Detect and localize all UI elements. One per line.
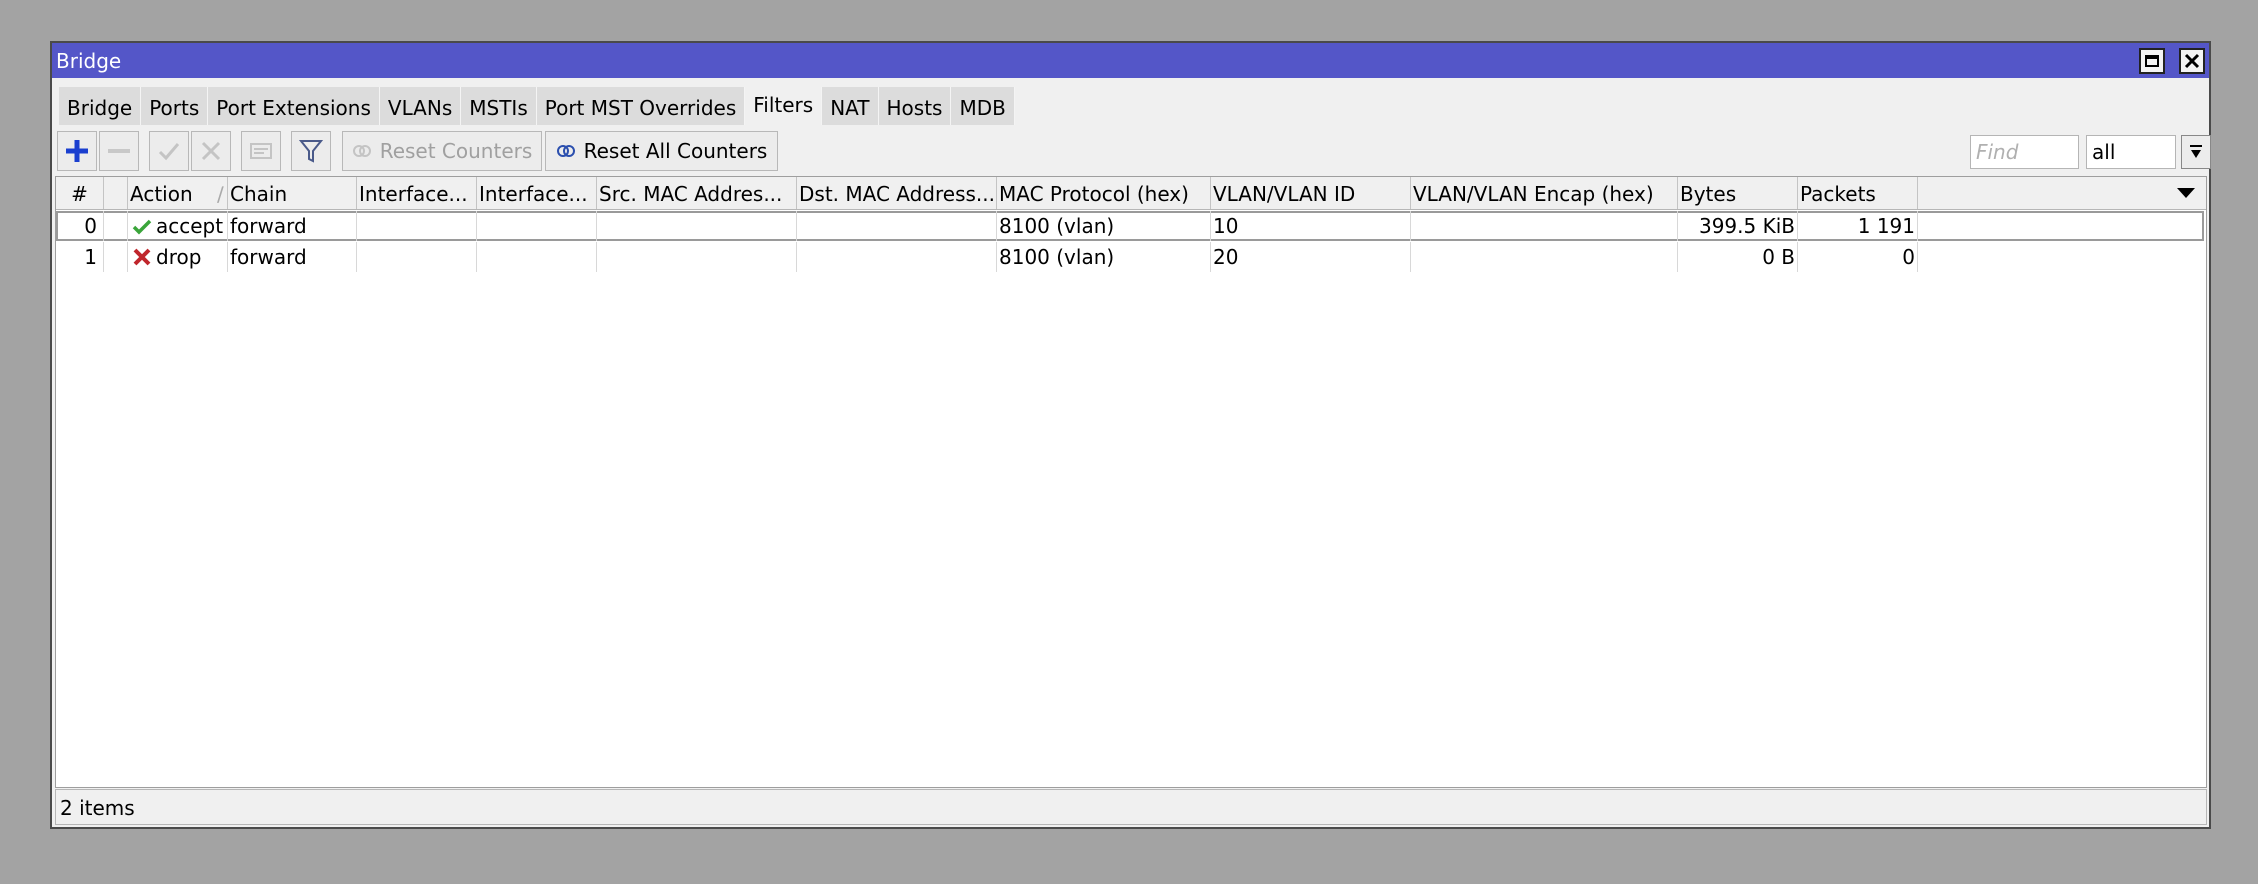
sort-indicator-icon: ∕ (217, 182, 224, 206)
maximize-icon (2145, 55, 2159, 67)
reset-icon (556, 145, 575, 157)
cell-action: accept (128, 211, 228, 241)
cell-chain: forward (228, 211, 357, 241)
reset-counters-label: Reset Counters (379, 139, 533, 163)
bridge-window: Bridge Bridge Ports Port Extensions VLAN… (50, 41, 2211, 829)
action-label: drop (156, 245, 202, 269)
cell-vlan-id: 10 (1211, 211, 1411, 241)
col-out-interface[interactable]: Interface... (477, 177, 597, 209)
maximize-button[interactable] (2139, 48, 2165, 74)
cell-bytes: 0 B (1678, 242, 1798, 272)
reset-counters-button[interactable]: Reset Counters (342, 131, 542, 171)
tab-port-mst-overrides[interactable]: Port MST Overrides (536, 87, 746, 125)
cell-bytes: 399.5 KiB (1678, 211, 1798, 241)
status-bar: 2 items (55, 789, 2207, 825)
cell-out-interface (477, 242, 597, 272)
cell-number: 1 (56, 242, 104, 272)
col-flags[interactable] (104, 177, 128, 209)
remove-button[interactable] (99, 131, 139, 171)
enable-button[interactable] (149, 131, 189, 171)
cell-chain: forward (228, 242, 357, 272)
reset-all-counters-label: Reset All Counters (583, 139, 768, 163)
table-row[interactable]: 0 accept forward 8100 (vlan) 10 399.5 Ki… (56, 211, 2204, 241)
cell-action: drop (128, 242, 228, 272)
col-src-mac[interactable]: Src. MAC Addres... (597, 177, 797, 209)
tab-mdb[interactable]: MDB (951, 87, 1015, 125)
window-title: Bridge (56, 49, 122, 73)
reset-icon (352, 145, 371, 157)
filters-table: # Action ∕ Chain Interface... Interface.… (55, 176, 2207, 788)
titlebar[interactable]: Bridge (52, 43, 2209, 78)
table-row[interactable]: 1 drop forward 8100 (vlan) 20 0 B 0 (56, 242, 2204, 272)
cell-dst-mac (797, 211, 997, 241)
plus-icon (66, 140, 88, 162)
comment-icon (250, 143, 272, 159)
cell-src-mac (597, 242, 797, 272)
table-header: # Action ∕ Chain Interface... Interface.… (56, 177, 2206, 210)
cell-vlan-encap (1411, 242, 1678, 272)
add-button[interactable] (57, 131, 97, 171)
col-vlan-encap[interactable]: VLAN/VLAN Encap (hex) (1411, 177, 1678, 209)
toolbar: Reset Counters Reset All Counters (57, 131, 2211, 173)
col-number[interactable]: # (56, 177, 104, 209)
col-dst-mac[interactable]: Dst. MAC Address... (797, 177, 997, 209)
cell-packets: 0 (1798, 242, 1918, 272)
close-button[interactable] (2179, 48, 2205, 74)
col-packets[interactable]: Packets (1798, 177, 1918, 209)
cell-dst-mac (797, 242, 997, 272)
col-action[interactable]: Action ∕ (128, 177, 228, 209)
column-menu-icon[interactable] (2176, 187, 2196, 199)
cell-packets: 1 191 (1798, 211, 1918, 241)
col-action-label: Action (130, 182, 193, 206)
col-bytes[interactable]: Bytes (1678, 177, 1798, 209)
reset-all-counters-button[interactable]: Reset All Counters (545, 131, 778, 171)
tab-filters[interactable]: Filters (745, 87, 823, 125)
minus-icon (108, 149, 130, 153)
cell-src-mac (597, 211, 797, 241)
cell-number: 0 (56, 211, 104, 241)
cell-mac-protocol: 8100 (vlan) (997, 211, 1211, 241)
col-chain[interactable]: Chain (228, 177, 357, 209)
cell-flags (104, 211, 128, 241)
tab-nat[interactable]: NAT (822, 87, 879, 125)
check-icon (158, 143, 180, 161)
tab-ports[interactable]: Ports (141, 87, 209, 125)
dropdown-button[interactable] (2181, 135, 2211, 169)
action-label: accept (156, 214, 224, 238)
col-vlan-id[interactable]: VLAN/VLAN ID (1211, 177, 1411, 209)
cell-mac-protocol: 8100 (vlan) (997, 242, 1211, 272)
close-icon (2184, 53, 2200, 69)
col-mac-protocol[interactable]: MAC Protocol (hex) (997, 177, 1211, 209)
dropdown-arrow-icon (2190, 145, 2202, 158)
cell-flags (104, 242, 128, 272)
funnel-icon (299, 140, 323, 163)
tab-bar: Bridge Ports Port Extensions VLANs MSTIs… (59, 87, 1015, 126)
col-filler (1918, 177, 2204, 209)
x-icon (201, 141, 221, 161)
cell-in-interface (357, 242, 477, 272)
comment-button[interactable] (241, 131, 281, 171)
tab-hosts[interactable]: Hosts (878, 87, 952, 125)
tab-bridge[interactable]: Bridge (59, 87, 142, 125)
item-count: 2 items (60, 796, 135, 820)
x-icon (133, 248, 151, 266)
filter-select[interactable] (2086, 135, 2176, 169)
cell-out-interface (477, 211, 597, 241)
tab-mstis[interactable]: MSTIs (461, 87, 537, 125)
tab-port-extensions[interactable]: Port Extensions (208, 87, 380, 125)
cell-vlan-encap (1411, 211, 1678, 241)
find-input[interactable] (1970, 135, 2079, 169)
tab-vlans[interactable]: VLANs (379, 87, 462, 125)
disable-button[interactable] (191, 131, 231, 171)
cell-vlan-id: 20 (1211, 242, 1411, 272)
cell-in-interface (357, 211, 477, 241)
filter-button[interactable] (291, 131, 331, 171)
col-in-interface[interactable]: Interface... (357, 177, 477, 209)
check-icon (132, 219, 152, 235)
